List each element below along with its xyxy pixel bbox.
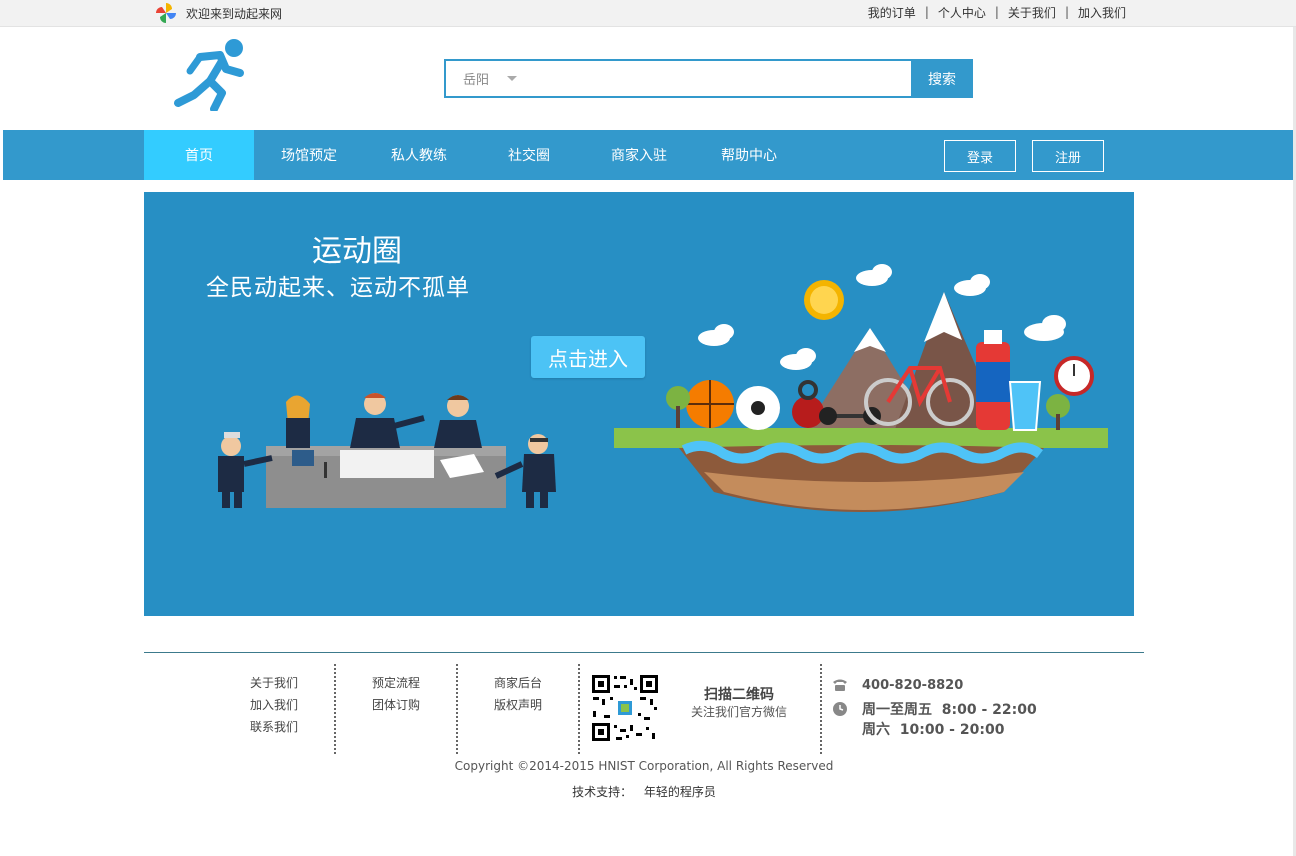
footer-divider-dotted	[456, 664, 458, 754]
nav-item-merchant-join[interactable]: 商家入驻	[584, 130, 694, 180]
nav-item-private-coach[interactable]: 私人教练	[364, 130, 474, 180]
city-selector[interactable]: 岳阳	[446, 61, 526, 96]
hours-saturday: 周六 10:00 - 20:00	[862, 722, 1005, 738]
tech-support: 技术支持： 年轻的程序员	[0, 783, 1288, 800]
nav-item-social-circle[interactable]: 社交圈	[474, 130, 584, 180]
top-bar: 欢迎来到动起来网 我的订单 | 个人中心 | 关于我们 | 加入我们	[0, 0, 1296, 27]
footer-link-copyright-notice[interactable]: 版权声明	[482, 694, 554, 716]
scan-qr-subtitle: 关注我们官方微信	[690, 705, 787, 719]
link-about-us[interactable]: 关于我们	[1008, 4, 1056, 21]
search-input[interactable]	[526, 61, 911, 96]
banner-slogan: 全民动起来、运动不孤单	[206, 275, 470, 301]
nav-item-home[interactable]: 首页	[144, 130, 254, 180]
phone-number: 400-820-8820	[862, 677, 964, 693]
hours-weekday: 周一至周五 8:00 - 22:00	[862, 702, 1037, 718]
clock-icon	[832, 701, 848, 717]
footer-col-booking: 预定流程 团体订购	[360, 672, 432, 716]
city-label: 岳阳	[463, 73, 490, 88]
footer-link-contact[interactable]: 联系我们	[238, 716, 310, 738]
login-button[interactable]: 登录	[944, 140, 1016, 172]
qr-code	[590, 673, 660, 743]
nav-item-help-center[interactable]: 帮助中心	[694, 130, 804, 180]
separator: |	[924, 5, 929, 19]
welcome-text: 欢迎来到动起来网	[186, 6, 283, 21]
phone-icon	[832, 677, 848, 693]
separator: |	[1064, 5, 1069, 19]
link-join-us[interactable]: 加入我们	[1078, 4, 1126, 21]
top-links: 我的订单 | 个人中心 | 关于我们 | 加入我们	[868, 0, 1126, 24]
footer-link-group-order[interactable]: 团体订购	[360, 694, 432, 716]
tech-support-label: 技术支持：	[572, 785, 633, 799]
link-personal-center[interactable]: 个人中心	[938, 4, 986, 21]
footer-divider	[144, 652, 1144, 653]
pinwheel-icon	[156, 3, 176, 23]
footer-link-join[interactable]: 加入我们	[238, 694, 310, 716]
separator: |	[994, 5, 999, 19]
chevron-down-icon	[507, 76, 518, 81]
welcome-area: 欢迎来到动起来网	[154, 0, 282, 26]
footer-divider-dotted	[820, 664, 822, 754]
footer-link-merchant-backend[interactable]: 商家后台	[482, 672, 554, 694]
runner-icon[interactable]	[170, 37, 256, 111]
register-button[interactable]: 注册	[1032, 140, 1104, 172]
contact-info: 400-820-8820 周一至周五 8:00 - 22:00 周六 10:00…	[832, 674, 1037, 740]
meeting-illustration	[218, 393, 556, 508]
hero-banner[interactable]: 运动圈 全民动起来、运动不孤单 点击进入	[144, 192, 1134, 616]
copyright: Copyright ©2014-2015 HNIST Corporation, …	[454, 759, 834, 773]
main-nav: 首页 场馆预定 私人教练 社交圈 商家入驻 帮助中心 登录 注册	[3, 130, 1293, 180]
tech-support-value: 年轻的程序员	[643, 785, 716, 799]
footer-col-company: 关于我们 加入我们 联系我们	[238, 672, 310, 738]
scan-qr-title: 扫描二维码	[704, 687, 774, 703]
banner-title: 运动圈	[312, 234, 402, 269]
search-bar: 岳阳 搜索	[444, 59, 973, 98]
search-button[interactable]: 搜索	[911, 59, 973, 98]
footer-col-merchant: 商家后台 版权声明	[482, 672, 554, 716]
footer-link-about[interactable]: 关于我们	[238, 672, 310, 694]
link-my-orders[interactable]: 我的订单	[868, 4, 916, 21]
footer-divider-dotted	[578, 664, 580, 754]
footer-divider-dotted	[334, 664, 336, 754]
footer-link-booking-process[interactable]: 预定流程	[360, 672, 432, 694]
sports-island-illustration	[614, 264, 1108, 512]
nav-item-venue-booking[interactable]: 场馆预定	[254, 130, 364, 180]
header: 岳阳 搜索	[0, 27, 1296, 130]
enter-button[interactable]: 点击进入	[531, 336, 645, 378]
